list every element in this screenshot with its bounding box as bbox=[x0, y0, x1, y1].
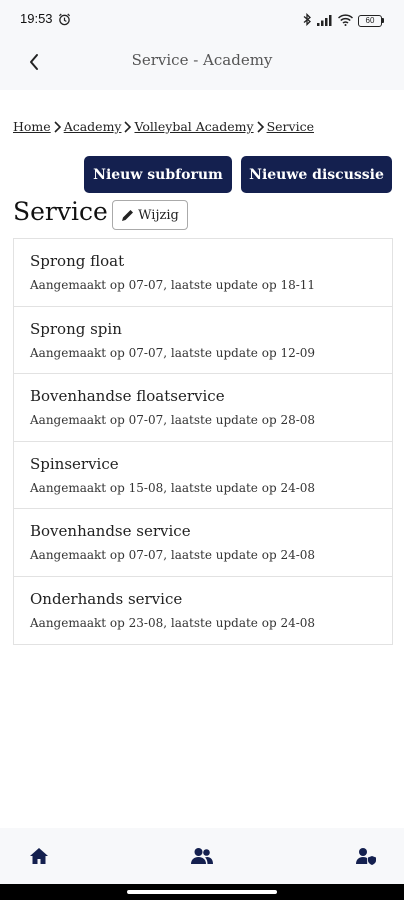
chevron-right-icon bbox=[123, 120, 132, 133]
breadcrumb-volleybal-academy[interactable]: Volleybal Academy bbox=[134, 119, 253, 134]
battery-icon: 60 bbox=[358, 14, 384, 27]
list-item[interactable]: Sprong spin Aangemaakt op 07-07, laatste… bbox=[14, 307, 392, 374]
list-item[interactable]: Bovenhandse service Aangemaakt op 07-07,… bbox=[14, 509, 392, 577]
page-title: Service bbox=[13, 197, 108, 226]
user-shield-icon bbox=[356, 848, 376, 865]
alarm-icon bbox=[58, 11, 71, 30]
list-item[interactable]: Sprong float Aangemaakt op 07-07, laatst… bbox=[14, 239, 392, 307]
forum-title: Sprong float bbox=[30, 252, 125, 270]
forum-title: Bovenhandse floatservice bbox=[30, 387, 225, 405]
breadcrumb-home[interactable]: Home bbox=[13, 119, 51, 134]
header-title: Service - Academy bbox=[131, 51, 273, 69]
nav-home[interactable] bbox=[26, 844, 52, 868]
forum-title: Sprong spin bbox=[30, 319, 122, 338]
forum-title: Bovenhandse service bbox=[30, 522, 191, 540]
forum-meta: Aangemaakt op 23-08, laatste update op 2… bbox=[30, 615, 316, 630]
app-header: Service - Academy bbox=[0, 34, 404, 90]
breadcrumb: Home Academy Volleybal Academy Service bbox=[13, 119, 314, 134]
forum-meta: Aangemaakt op 07-07, laatste update op 2… bbox=[30, 413, 316, 427]
edit-button-label: Wijzig bbox=[138, 207, 179, 223]
bottom-nav bbox=[0, 828, 404, 884]
nav-profile[interactable] bbox=[353, 844, 379, 868]
wifi-icon bbox=[337, 11, 354, 30]
status-time: 19:53 bbox=[20, 11, 53, 26]
forum-title: Spinservice bbox=[30, 454, 119, 473]
chevron-right-icon bbox=[256, 120, 265, 133]
battery-level: 60 bbox=[358, 14, 382, 27]
edit-button[interactable]: Wijzig bbox=[112, 200, 188, 230]
forum-title: Onderhands service bbox=[30, 589, 183, 608]
forum-list: Sprong float Aangemaakt op 07-07, laatst… bbox=[13, 238, 393, 645]
pencil-icon bbox=[122, 209, 134, 221]
group-icon bbox=[191, 848, 213, 864]
chevron-right-icon bbox=[53, 120, 62, 133]
forum-meta: Aangemaakt op 07-07, laatste update op 2… bbox=[30, 548, 316, 562]
list-item[interactable]: Bovenhandse floatservice Aangemaakt op 0… bbox=[14, 374, 392, 442]
forum-meta: Aangemaakt op 15-08, laatste update op 2… bbox=[30, 480, 316, 495]
home-icon bbox=[30, 848, 48, 864]
bluetooth-icon bbox=[303, 11, 312, 30]
breadcrumb-service[interactable]: Service bbox=[267, 119, 314, 134]
breadcrumb-academy[interactable]: Academy bbox=[64, 119, 122, 134]
new-subforum-button[interactable]: Nieuw subforum bbox=[84, 156, 232, 193]
list-item[interactable]: Onderhands service Aangemaakt op 23-08, … bbox=[14, 577, 392, 645]
new-discussion-button[interactable]: Nieuwe discussie bbox=[241, 156, 392, 193]
forum-meta: Aangemaakt op 07-07, laatste update op 1… bbox=[30, 345, 316, 360]
home-indicator[interactable] bbox=[127, 890, 277, 894]
nav-group[interactable] bbox=[189, 844, 215, 868]
status-bar: 19:53 60 bbox=[0, 0, 404, 34]
status-icons: 60 bbox=[303, 11, 384, 30]
forum-meta: Aangemaakt op 07-07, laatste update op 1… bbox=[30, 278, 316, 292]
list-item[interactable]: Spinservice Aangemaakt op 15-08, laatste… bbox=[14, 442, 392, 509]
gesture-area bbox=[0, 884, 404, 900]
signal-icon bbox=[317, 11, 333, 30]
